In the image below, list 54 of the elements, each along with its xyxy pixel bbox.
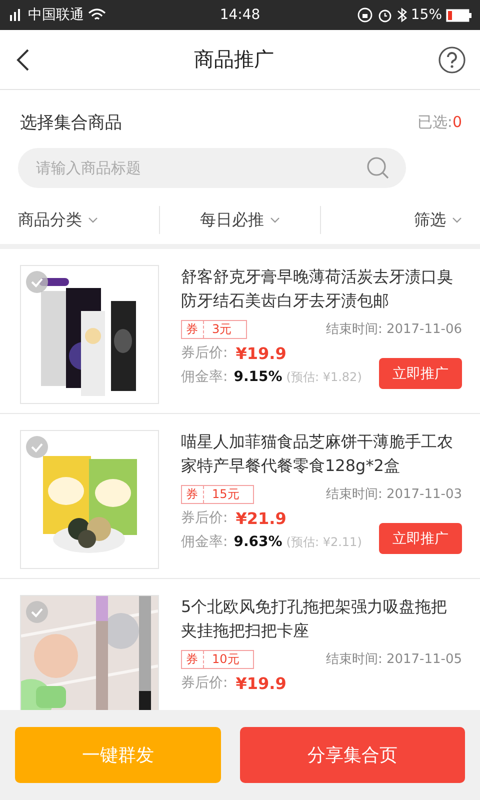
bluetooth-icon <box>396 7 407 23</box>
help-button[interactable] <box>438 46 466 74</box>
product-title: 喵星人加菲猫食品芝麻饼干薄脆手工农家特产早餐代餐零食128g*2盒 <box>181 431 454 477</box>
search-field[interactable]: 请输入商品标题 <box>18 148 406 188</box>
select-checkbox[interactable] <box>26 601 48 623</box>
promote-button[interactable]: 立即推广 <box>379 358 462 389</box>
caret-icon <box>270 217 280 223</box>
clock-time: 14:48 <box>220 7 260 23</box>
filter-dropdown[interactable]: 每日必推 <box>159 206 321 234</box>
estimated-earning: (预估: ¥2.11) <box>286 534 362 550</box>
coupon-tag: 券 <box>186 320 204 338</box>
product-title: 5个北欧风免打孔拖把架强力吸盘拖把夹挂拖把扫把卡座 <box>181 596 448 642</box>
end-date: 结束时间: 2017-11-06 <box>326 321 462 338</box>
wifi-icon <box>88 8 106 22</box>
caret-icon <box>88 217 98 223</box>
filter-dropdown[interactable]: 筛选 <box>320 206 480 234</box>
share-button[interactable]: 分享集合页 <box>240 727 465 783</box>
coupon-tag: 券 <box>186 650 204 668</box>
help-icon <box>438 46 466 74</box>
promote-button[interactable]: 立即推广 <box>379 523 462 554</box>
product-title: 舒客舒克牙膏早晚薄荷活炭去牙渍口臭防牙结石美齿白牙去牙渍包邮 <box>181 266 454 312</box>
page-title: 商品推广 <box>194 46 274 73</box>
coupon-price: ¥19.9 <box>236 674 286 692</box>
estimated-earning: (预估: ¥1.82) <box>286 368 362 386</box>
commission-label: 佣金率: <box>181 368 228 386</box>
battery-percent: 15% <box>410 7 442 23</box>
back-button[interactable] <box>16 48 30 70</box>
coupon-price: ¥21.9 <box>236 508 286 528</box>
broadcast-button[interactable]: 一键群发 <box>15 727 222 783</box>
coupon-tag: 券 <box>186 486 204 502</box>
coupon-value: 15元 <box>212 486 240 502</box>
caret-icon <box>452 217 462 223</box>
price-label: 券后价: <box>181 674 228 692</box>
commission-label: 佣金率: <box>181 533 228 551</box>
end-date: 结束时间: 2017-11-03 <box>326 486 462 503</box>
search-icon <box>366 156 390 180</box>
rotation-lock-icon <box>356 7 373 23</box>
coupon-value: 3元 <box>212 320 232 338</box>
filter-dropdown[interactable]: 商品分类 <box>0 206 160 234</box>
commission-rate: 9.63% <box>234 534 282 550</box>
end-date: 结束时间: 2017-11-05 <box>326 651 462 668</box>
selected-count: 已选:0 <box>417 112 462 132</box>
select-checkbox[interactable] <box>26 436 48 458</box>
select-checkbox[interactable] <box>26 271 48 293</box>
carrier-name: 中国联通 <box>28 6 84 24</box>
back-icon <box>16 48 30 70</box>
coupon-price: ¥19.9 <box>236 344 286 362</box>
commission-rate: 9.15% <box>234 369 282 385</box>
section-label: 选择集合商品 <box>20 112 122 134</box>
coupon-value: 10元 <box>212 650 240 668</box>
alarm-icon <box>376 7 393 23</box>
price-label: 券后价: <box>181 344 228 362</box>
battery-icon <box>446 8 472 22</box>
price-label: 券后价: <box>181 509 228 527</box>
